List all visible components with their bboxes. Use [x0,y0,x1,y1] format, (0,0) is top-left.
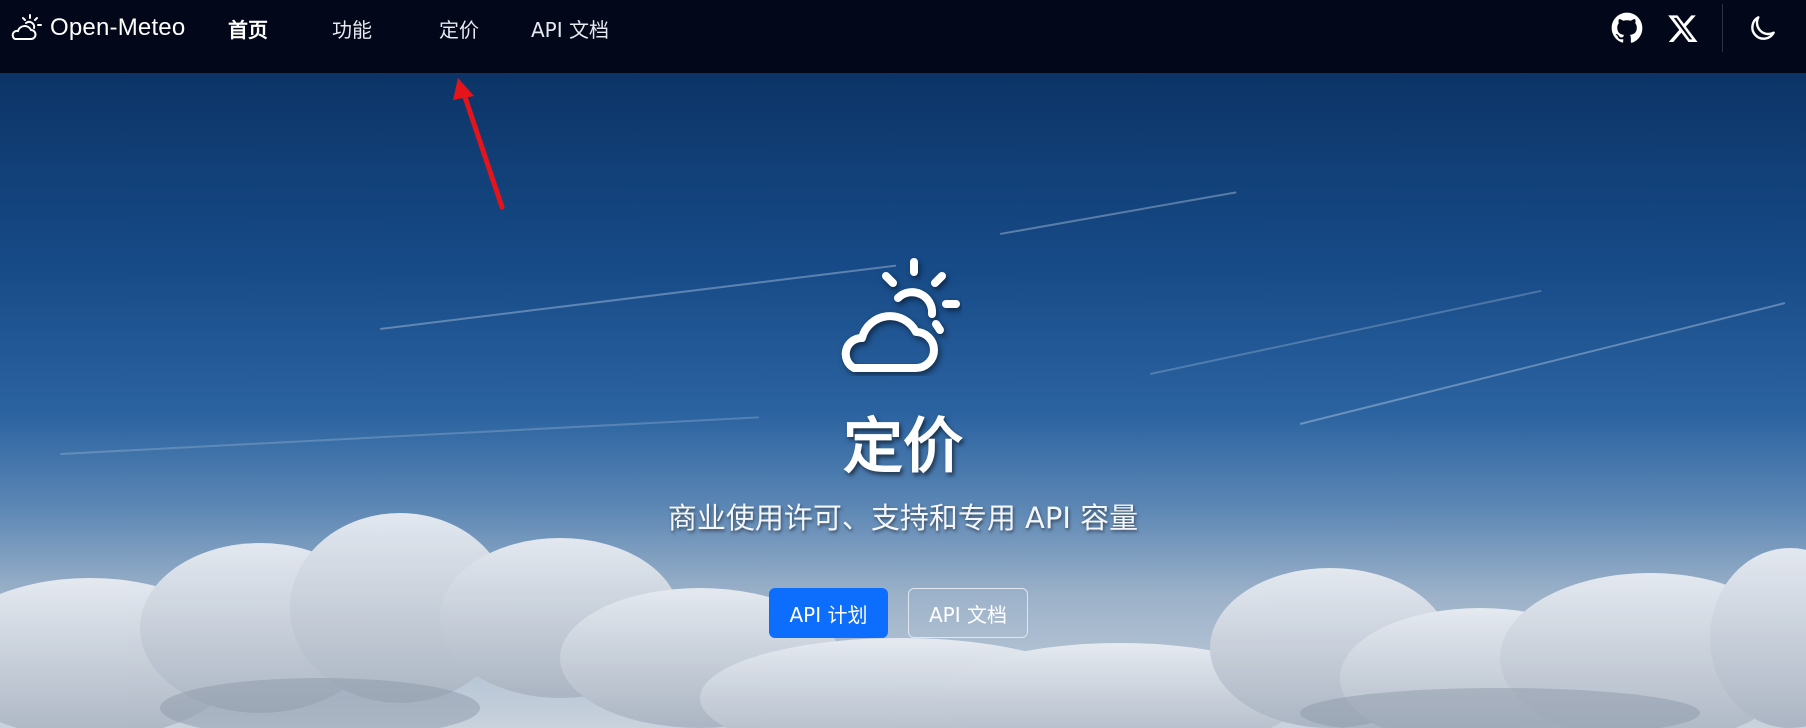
page: Open-Meteo 首页 功能 定价 API 文档 定价 商业使用许可、支持和… [0,0,1806,728]
cloud-sun-icon [841,258,960,372]
page-subtitle: 商业使用许可、支持和专用 API 容量 [667,501,1139,535]
api-docs-button[interactable]: API 文档 [908,588,1028,638]
api-plans-button[interactable]: API 计划 [769,588,888,638]
page-title: 定价 [843,412,963,482]
